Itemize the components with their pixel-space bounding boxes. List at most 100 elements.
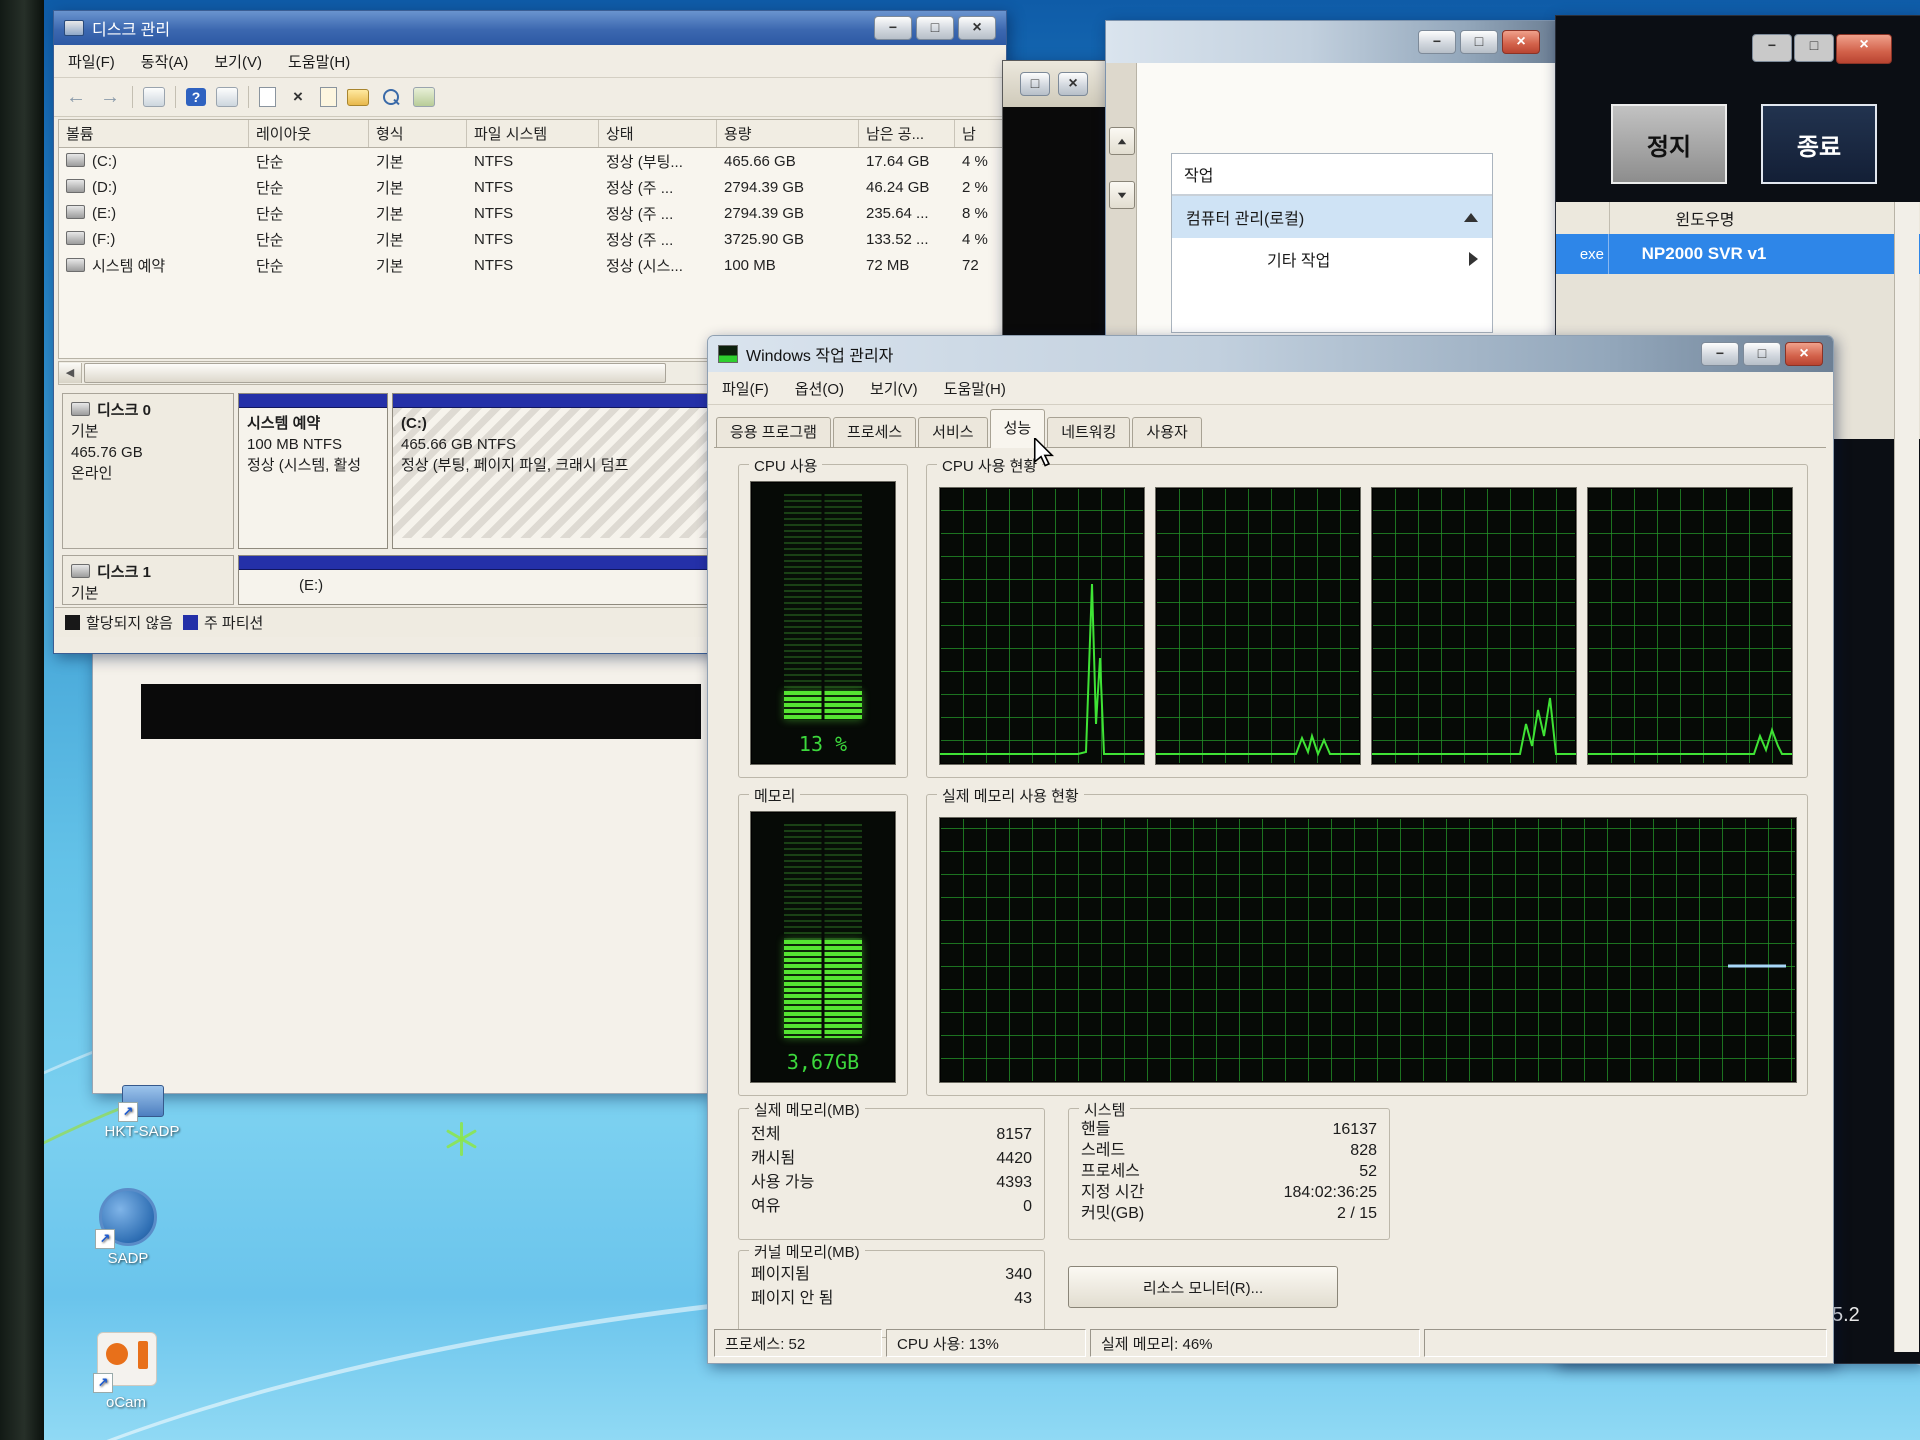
close-button[interactable]: [1785, 342, 1823, 366]
close-button[interactable]: [958, 16, 996, 40]
delete-icon[interactable]: ×: [286, 85, 310, 109]
cpu-history-core1: [939, 487, 1145, 765]
memory-history-group: 실제 메모리 사용 현황: [926, 794, 1808, 1096]
system-title: 시스템: [1079, 1099, 1130, 1120]
drive-icon: [66, 231, 85, 245]
actions-pane-title: 작업: [1172, 154, 1492, 196]
menu-options[interactable]: 옵션(O): [795, 378, 844, 399]
shortcut-arrow-icon: ↗: [95, 1229, 115, 1249]
desktop-icon-ocam[interactable]: ↗ oCam: [66, 1328, 186, 1411]
system-group: 시스템 핸들16137 스레드828 프로세스52 지정 시간184:02:36…: [1068, 1108, 1390, 1240]
desktop-icon-hkt-sadp[interactable]: ↗ HKT-SADP: [82, 1085, 202, 1140]
forward-icon[interactable]: →: [98, 85, 122, 109]
selected-window-row[interactable]: exe NP2000 SVR v1: [1556, 234, 1920, 274]
tab-applications[interactable]: 응용 프로그램: [716, 417, 831, 448]
table-row[interactable]: (D:) 단순 기본 NTFS 정상 (주 ... 2794.39 GB 46.…: [59, 174, 1003, 200]
minimize-button[interactable]: [1418, 30, 1456, 54]
tab-networking[interactable]: 네트워킹: [1047, 417, 1130, 448]
maximize-button[interactable]: [1743, 342, 1781, 366]
tab-users[interactable]: 사용자: [1132, 417, 1201, 448]
table-row[interactable]: 시스템 예약 단순 기본 NTFS 정상 (시스... 100 MB 72 MB…: [59, 252, 1003, 278]
maximize-button[interactable]: [916, 16, 954, 40]
minimize-button[interactable]: [1701, 342, 1739, 366]
partition-system-reserved[interactable]: 시스템 예약 100 MB NTFS 정상 (시스템, 활성: [238, 393, 388, 549]
restore-button[interactable]: [1020, 72, 1050, 96]
expand-icon[interactable]: [1469, 252, 1478, 266]
cpu-history-core4: [1587, 487, 1793, 765]
column-header[interactable]: 파일 시스템: [467, 120, 599, 147]
scroll-up-button[interactable]: [1109, 127, 1135, 155]
close-button[interactable]: [1836, 34, 1892, 64]
resource-monitor-button[interactable]: 리소스 모니터(R)...: [1068, 1266, 1338, 1308]
tab-services[interactable]: 서비스: [918, 417, 987, 448]
maximize-button[interactable]: [1460, 30, 1498, 54]
column-header[interactable]: 볼륨: [59, 120, 249, 147]
minimize-button[interactable]: [874, 16, 912, 40]
column-header[interactable]: 남은 공...: [859, 120, 955, 147]
refresh-icon[interactable]: [259, 87, 276, 107]
open-folder-icon[interactable]: [347, 89, 369, 106]
menu-help[interactable]: 도움말(H): [288, 51, 350, 72]
collapse-icon[interactable]: [1464, 213, 1478, 222]
minimize-button[interactable]: [1752, 34, 1792, 62]
properties-icon[interactable]: [320, 87, 337, 107]
menu-action[interactable]: 동작(A): [141, 51, 189, 72]
stop-button[interactable]: 정지: [1611, 104, 1727, 184]
panel-icon[interactable]: [216, 87, 238, 107]
close-button[interactable]: [1502, 30, 1540, 54]
back-icon[interactable]: ←: [64, 85, 88, 109]
menu-view[interactable]: 보기(V): [214, 51, 262, 72]
column-window-name[interactable]: 윈도우명: [1610, 206, 1800, 230]
window-title: Windows 작업 관리자: [746, 342, 893, 366]
help-icon[interactable]: ?: [186, 88, 206, 106]
kernel-memory-title: 커널 메모리(MB): [749, 1241, 865, 1262]
scroll-thumb[interactable]: [84, 363, 666, 383]
column-header[interactable]: 레이아웃: [249, 120, 369, 147]
drive-icon: [66, 179, 85, 193]
desktop-icon-sadp[interactable]: ↗ SADP: [68, 1188, 188, 1267]
disk-icon: [71, 564, 90, 578]
disk-management-menubar: 파일(F) 동작(A) 보기(V) 도움말(H): [54, 45, 1006, 78]
table-row[interactable]: (C:) 단순 기본 NTFS 정상 (부팅... 465.66 GB 17.6…: [59, 148, 1003, 174]
search-icon[interactable]: [379, 85, 403, 109]
column-header[interactable]: 형식: [369, 120, 467, 147]
settings-grid-icon[interactable]: [413, 87, 435, 107]
computer-management-titlebar[interactable]: [1106, 21, 1556, 63]
disk1-label[interactable]: 디스크 1 기본: [62, 555, 234, 605]
scroll-down-button[interactable]: [1109, 181, 1135, 209]
tab-processes[interactable]: 프로세스: [833, 417, 916, 448]
column-header[interactable]: 상태: [599, 120, 717, 147]
task-manager-menubar: 파일(F) 옵션(O) 보기(V) 도움말(H): [708, 372, 1833, 405]
icon-label: SADP: [68, 1250, 188, 1267]
scroll-left-arrow[interactable]: ◀: [59, 363, 82, 383]
volume-list-header[interactable]: 볼륨 레이아웃 형식 파일 시스템 상태 용량 남은 공... 남: [59, 120, 1003, 148]
column-header[interactable]: 용량: [717, 120, 859, 147]
legend-unallocated: 할당되지 않음: [65, 612, 173, 633]
cpu-history-line: [1156, 488, 1360, 764]
memory-history-line: [940, 818, 1796, 1082]
disk-management-titlebar[interactable]: 디스크 관리: [54, 11, 1006, 45]
menu-help[interactable]: 도움말(H): [944, 378, 1006, 399]
column-header[interactable]: 남: [955, 120, 1003, 147]
vertical-scrollbar[interactable]: [1894, 202, 1919, 1352]
kernel-memory-group: 커널 메모리(MB) 페이지됨340 페이지 안 됨43: [738, 1250, 1045, 1338]
close-button[interactable]: [1058, 72, 1088, 96]
drive-icon: [66, 153, 85, 167]
icon-label: HKT-SADP: [82, 1123, 202, 1140]
table-row[interactable]: (F:) 단순 기본 NTFS 정상 (주 ... 3725.90 GB 133…: [59, 226, 1003, 252]
table-row[interactable]: (E:) 단순 기본 NTFS 정상 (주 ... 2794.39 GB 235…: [59, 200, 1003, 226]
menu-file[interactable]: 파일(F): [722, 378, 769, 399]
task-manager-titlebar[interactable]: Windows 작업 관리자: [708, 336, 1833, 372]
tree-item-other-actions[interactable]: 기타 작업: [1172, 238, 1492, 280]
tree-item-computer-management[interactable]: 컴퓨터 관리(로컬): [1172, 196, 1492, 238]
menu-file[interactable]: 파일(F): [68, 51, 115, 72]
menu-view[interactable]: 보기(V): [870, 378, 918, 399]
exit-button[interactable]: 종료: [1761, 104, 1877, 184]
drive-icon: [66, 258, 85, 272]
disk0-label[interactable]: 디스크 0 기본 465.76 GB 온라인: [62, 393, 234, 549]
stat-row: 전체8157: [751, 1123, 1032, 1147]
console-tree-icon[interactable]: [143, 87, 165, 107]
maximize-button[interactable]: [1794, 34, 1834, 62]
cpu-usage-gauge: 13 %: [750, 481, 896, 765]
primary-partition-color-swatch: [183, 615, 198, 630]
